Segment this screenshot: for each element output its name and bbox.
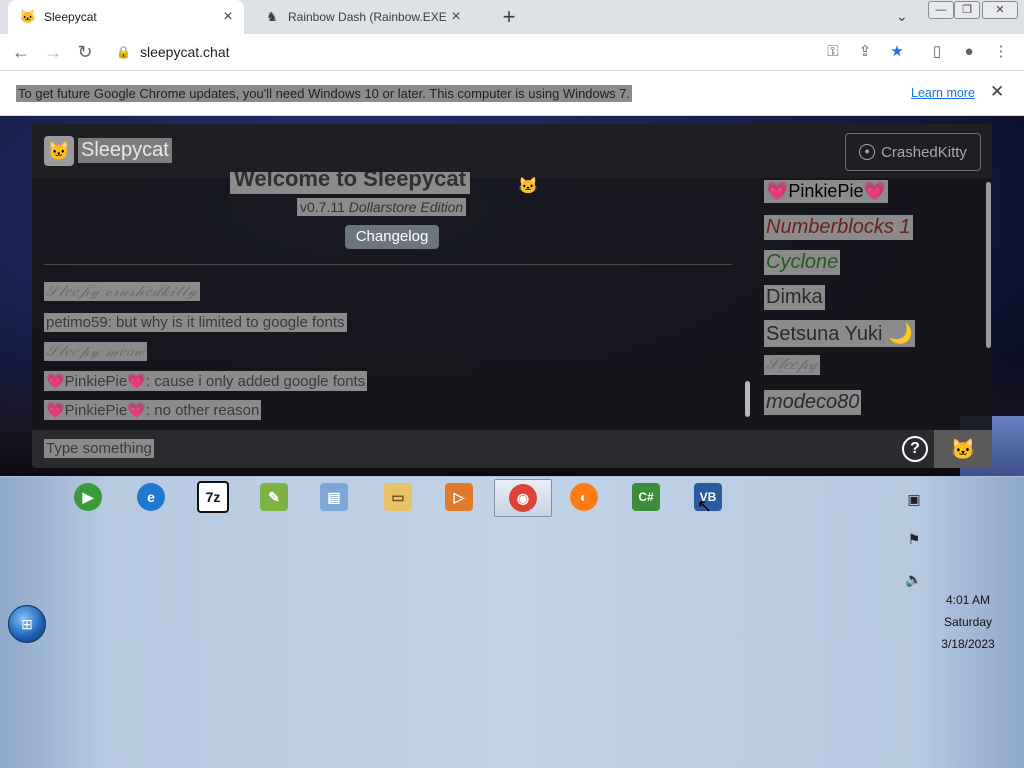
url-text: sleepycat.chat bbox=[140, 44, 230, 60]
tab-strip: 🐱 Sleepycat × ♞ Rainbow Dash (Rainbow.EX… bbox=[0, 0, 1024, 34]
side-panel-icon[interactable]: ▯ bbox=[926, 41, 948, 63]
profile-icon[interactable]: ● bbox=[958, 41, 980, 63]
start-button[interactable]: ⊞ bbox=[8, 605, 46, 643]
message-input-bar: Type something ? 🐱 bbox=[32, 430, 992, 468]
user-list-item[interactable]: Setsuna Yuki 🌙 bbox=[764, 320, 915, 347]
cat-logo-icon: 🐱 bbox=[44, 136, 74, 166]
chat-message: 💗PinkiePie💗: no other reason bbox=[44, 400, 262, 420]
chrome-icon: ◉ bbox=[509, 484, 537, 512]
network-icon[interactable]: ▣ bbox=[904, 491, 924, 508]
chat-message: 𝒮𝓁𝑒𝑒𝓅𝓎 𝒸𝓇𝒶𝓈𝒽𝑒𝒹𝓀𝒾𝓉𝓉𝓎 bbox=[44, 282, 200, 301]
file-explorer-icon: ▭ bbox=[384, 483, 412, 511]
7zip-icon: 7z bbox=[197, 481, 229, 513]
reload-icon[interactable]: ↻ bbox=[74, 41, 96, 63]
paint-icon: ✎ bbox=[260, 483, 288, 511]
tab-rainbow-dash[interactable]: ♞ Rainbow Dash (Rainbow.EXE) | V × bbox=[252, 0, 472, 34]
tab-sleepycat[interactable]: 🐱 Sleepycat × bbox=[8, 0, 244, 34]
chat-panel: 🐱 Sleepycat ● CrashedKitty 🐱 Welcome to … bbox=[32, 124, 992, 468]
infobar-message: To get future Google Chrome updates, you… bbox=[16, 85, 633, 102]
version-number: v0.7.11 bbox=[300, 199, 345, 215]
taskbar-item-internet-explorer[interactable]: e bbox=[123, 479, 179, 515]
restore-button[interactable]: ❐ bbox=[954, 1, 980, 19]
taskbar-item-firefox[interactable]: ◐ bbox=[556, 479, 612, 515]
welcome-title: Welcome to Sleepycat bbox=[230, 172, 470, 194]
key-icon[interactable]: ⚿ bbox=[822, 41, 844, 63]
windows-logo-icon: ⊞ bbox=[21, 615, 33, 632]
tab-search-icon[interactable]: ⌄ bbox=[896, 8, 908, 25]
mouse-cursor-icon: ↖ bbox=[697, 496, 713, 516]
taskbar-item-document[interactable]: ▤ bbox=[306, 479, 362, 515]
taskbar-item-video[interactable]: ▷ bbox=[431, 479, 487, 515]
edition-name: Dollarstore Edition bbox=[348, 199, 464, 215]
web-content: 🐱 Sleepycat ● CrashedKitty 🐱 Welcome to … bbox=[0, 116, 1024, 476]
taskbar-item-explorer[interactable]: ▭ bbox=[370, 479, 426, 515]
pony-icon: ♞ bbox=[266, 9, 278, 24]
internet-explorer-icon: e bbox=[137, 483, 165, 511]
user-icon: ● bbox=[859, 144, 876, 160]
user-list: 💗PinkiePie💗 Numberblocks 1 Cyclone Dimka… bbox=[764, 180, 984, 430]
taskbar-item-chrome[interactable]: ◉ bbox=[494, 479, 552, 517]
cat-emoji-icon: 🐱 bbox=[518, 178, 538, 195]
csharp-icon: C# bbox=[632, 483, 660, 511]
new-tab-button[interactable]: + bbox=[496, 4, 522, 30]
clock-date[interactable]: 3/18/2023 bbox=[928, 637, 1008, 651]
minimize-button[interactable]: — bbox=[928, 1, 954, 19]
clock-day[interactable]: Saturday bbox=[928, 615, 1008, 629]
user-list-item[interactable]: Numberblocks 1 bbox=[764, 215, 913, 240]
address-bar[interactable]: 🔒 sleepycat.chat bbox=[108, 37, 816, 67]
share-icon[interactable]: ⇪ bbox=[854, 41, 876, 63]
taskbar-item-paint[interactable]: ✎ bbox=[246, 479, 302, 515]
message-list: 𝒮𝓁𝑒𝑒𝓅𝓎 𝒸𝓇𝒶𝓈𝒽𝑒𝒹𝓀𝒾𝓉𝓉𝓎 petimo59: but why is… bbox=[44, 280, 744, 430]
user-list-item[interactable]: modeco80 bbox=[764, 390, 862, 415]
tab-title: Sleepycat bbox=[44, 10, 97, 24]
version-text: v0.7.11 Dollarstore Edition bbox=[297, 198, 467, 216]
user-button[interactable]: ● CrashedKitty bbox=[845, 133, 981, 171]
chat-scrollbar[interactable] bbox=[745, 381, 750, 417]
update-infobar: To get future Google Chrome updates, you… bbox=[0, 71, 1024, 116]
chat-message: 💗PinkiePie💗: cause i only added google f… bbox=[44, 371, 368, 391]
tab-title: Rainbow Dash (Rainbow.EXE) | V bbox=[288, 10, 446, 24]
cat-icon: 🐱 bbox=[19, 9, 37, 24]
back-icon[interactable]: ← bbox=[10, 41, 32, 63]
close-tab-icon[interactable]: × bbox=[218, 8, 238, 26]
volume-icon[interactable]: 🔈 bbox=[904, 571, 924, 588]
send-button[interactable]: 🐱 bbox=[934, 430, 992, 468]
changelog-button[interactable]: Changelog bbox=[345, 225, 439, 249]
document-icon: ▤ bbox=[320, 483, 348, 511]
bookmark-star-icon[interactable]: ★ bbox=[886, 41, 908, 63]
user-list-item[interactable]: 💗PinkiePie💗 bbox=[764, 180, 888, 203]
menu-icon[interactable]: ⋮ bbox=[990, 41, 1012, 63]
help-button[interactable]: ? bbox=[902, 436, 928, 462]
clock-time[interactable]: 4:01 AM bbox=[928, 593, 1008, 607]
cat-send-icon: 🐱 bbox=[950, 438, 976, 461]
close-icon[interactable]: ✕ bbox=[990, 82, 1004, 102]
taskbar-item-7zip[interactable]: 7z bbox=[185, 479, 241, 515]
taskbar: ▶ e 7z ✎ ▤ ▭ ▷ ◉ ◐ C# VB ⊞ ▣ ⚑ 🔈 4:01 AM… bbox=[0, 477, 1024, 768]
message-input[interactable]: Type something bbox=[44, 439, 154, 458]
learn-more-link[interactable]: Learn more bbox=[911, 86, 975, 100]
close-tab-icon[interactable]: × bbox=[446, 8, 466, 26]
brand-name: Sleepycat bbox=[78, 138, 172, 163]
divider bbox=[44, 264, 732, 265]
taskbar-item-csharp[interactable]: C# bbox=[618, 479, 674, 515]
user-list-item[interactable]: 𝒮𝓁𝑒𝑒𝓅𝓎 bbox=[764, 355, 820, 375]
username: CrashedKitty bbox=[881, 143, 967, 161]
close-window-button[interactable]: ✕ bbox=[982, 1, 1018, 19]
user-list-item[interactable]: Cyclone bbox=[764, 250, 841, 275]
chat-message: petimo59: but why is it limited to googl… bbox=[44, 313, 347, 332]
user-list-item[interactable]: Dimka bbox=[764, 285, 825, 310]
firefox-icon: ◐ bbox=[570, 483, 598, 511]
lock-icon[interactable]: 🔒 bbox=[116, 45, 131, 59]
user-list-scrollbar[interactable] bbox=[986, 182, 991, 348]
action-center-flag-icon[interactable]: ⚑ bbox=[904, 531, 924, 548]
windows-media-player-icon: ▶ bbox=[74, 483, 102, 511]
chat-header: 🐱 Sleepycat ● CrashedKitty bbox=[32, 124, 992, 178]
chat-message: 𝒮𝓁𝑒𝑒𝓅𝓎 𝓂𝑒𝑜𝓌 bbox=[44, 342, 148, 361]
browser-toolbar: ← → ↻ 🔒 sleepycat.chat ⚿ ⇪ ★ ▯ ● ⋮ bbox=[0, 34, 1024, 71]
media-player-icon: ▷ bbox=[445, 483, 473, 511]
taskbar-item-media-player[interactable]: ▶ bbox=[60, 479, 116, 515]
forward-icon[interactable]: → bbox=[42, 41, 64, 63]
